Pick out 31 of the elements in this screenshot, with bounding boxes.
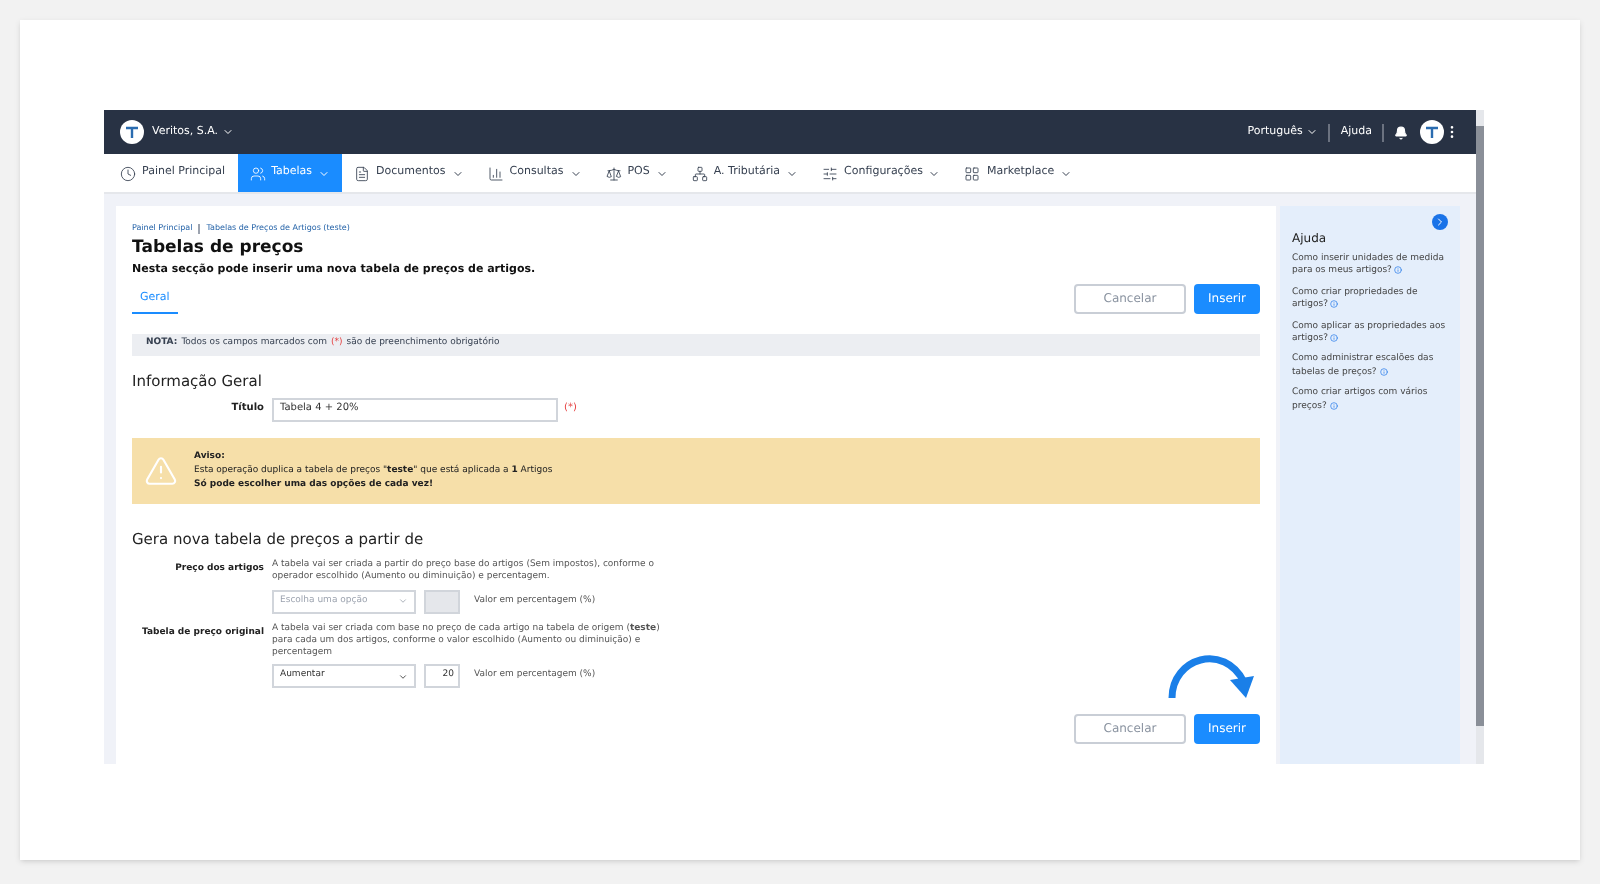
info-icon xyxy=(1329,401,1338,410)
info-icon xyxy=(1330,333,1339,342)
document-icon xyxy=(354,165,371,181)
caret-icon xyxy=(928,167,941,179)
users-icon xyxy=(249,165,266,181)
logo-icon xyxy=(120,120,144,144)
bell-icon[interactable] xyxy=(1394,125,1408,139)
caret-icon xyxy=(222,126,235,138)
caret-icon xyxy=(451,167,464,179)
sliders-icon xyxy=(822,165,839,181)
caret-icon xyxy=(398,596,408,607)
caret-icon xyxy=(1060,167,1073,179)
info-icon xyxy=(1330,300,1339,309)
scrollbar[interactable] xyxy=(1476,126,1484,726)
logo-icon xyxy=(1420,120,1444,144)
info-icon xyxy=(1394,266,1403,275)
scale-icon xyxy=(605,165,622,181)
warning-icon xyxy=(144,454,178,488)
caret-icon xyxy=(569,167,582,179)
network-icon xyxy=(691,165,708,181)
clock-icon xyxy=(120,165,136,181)
bar-chart-icon xyxy=(487,165,504,181)
grid-icon xyxy=(964,165,981,181)
info-icon xyxy=(1379,367,1388,376)
caret-icon xyxy=(786,167,799,179)
caret-icon xyxy=(655,167,668,179)
caret-icon xyxy=(318,167,331,179)
collapse-button[interactable] xyxy=(1432,214,1448,230)
caret-icon xyxy=(1306,126,1319,138)
caret-icon xyxy=(398,671,408,682)
page-title: Tabelas de preços xyxy=(132,240,306,257)
